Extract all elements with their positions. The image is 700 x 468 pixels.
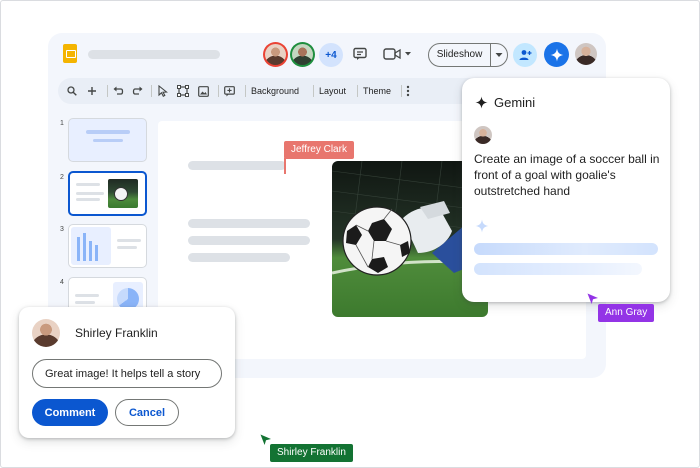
toolbar-divider xyxy=(151,85,152,97)
chevron-down-icon[interactable] xyxy=(491,52,507,58)
add-person-icon[interactable] xyxy=(513,43,537,67)
theme-button[interactable]: Theme xyxy=(363,78,391,104)
collaborator-avatar[interactable] xyxy=(265,44,286,65)
layout-button[interactable]: Layout xyxy=(319,78,346,104)
slide-thumbnail-1[interactable] xyxy=(68,118,147,162)
gemini-spark-icon[interactable] xyxy=(544,42,569,67)
slide-thumbnail-3[interactable] xyxy=(68,224,147,268)
slide-text-line xyxy=(188,219,310,228)
undo-icon[interactable] xyxy=(113,78,127,104)
slide-number: 3 xyxy=(60,226,64,233)
more-vert-icon[interactable] xyxy=(406,78,414,104)
toolbar-divider xyxy=(313,85,314,97)
gemini-panel: Gemini Create an image of a soccer ball … xyxy=(462,78,670,302)
user-avatar[interactable] xyxy=(575,43,597,65)
slide-number: 4 xyxy=(60,279,64,286)
slide-title-placeholder[interactable] xyxy=(188,161,286,170)
toolbar-divider xyxy=(357,85,358,97)
comment-input[interactable] xyxy=(32,359,222,388)
gemini-loading-bar xyxy=(474,243,658,255)
gemini-prompt-text: Create an image of a soccer ball in fron… xyxy=(474,152,660,198)
cursor-icon[interactable] xyxy=(158,78,172,104)
cancel-button[interactable]: Cancel xyxy=(115,399,179,426)
select-frame-icon[interactable] xyxy=(177,78,191,104)
collaborator-cursor-label-ann: Ann Gray xyxy=(598,304,655,322)
search-icon[interactable] xyxy=(67,78,81,104)
text-cursor xyxy=(284,158,286,174)
redo-icon[interactable] xyxy=(132,78,146,104)
more-collaborators-badge[interactable]: +4 xyxy=(319,43,343,67)
image-icon[interactable] xyxy=(198,78,212,104)
app-header: +4 Slideshow xyxy=(48,33,606,75)
user-avatar xyxy=(474,126,492,144)
slide-thumbnail-2[interactable] xyxy=(68,171,147,216)
slide-text-line xyxy=(188,236,310,245)
comment-author-name: Shirley Franklin xyxy=(75,326,158,340)
slide-text-line xyxy=(188,253,290,262)
toolbar-divider xyxy=(245,85,246,97)
toolbar-divider xyxy=(218,85,219,97)
toolbar-divider xyxy=(401,85,402,97)
slideshow-label: Slideshow xyxy=(429,44,491,66)
comment-card: Shirley Franklin Comment Cancel xyxy=(19,307,235,438)
collaborator-avatar[interactable] xyxy=(292,44,313,65)
collaborator-cursor-label-jeffrey: Jeffrey Clark xyxy=(284,141,354,159)
video-camera-icon[interactable] xyxy=(381,44,415,64)
background-button[interactable]: Background xyxy=(251,78,299,104)
toolbar-divider xyxy=(107,85,108,97)
document-title-placeholder[interactable] xyxy=(88,50,220,59)
gemini-loading-spark-icon xyxy=(475,219,489,238)
comments-icon[interactable] xyxy=(350,44,370,64)
gemini-title: Gemini xyxy=(494,95,536,110)
slides-logo-icon xyxy=(63,44,77,63)
comment-add-icon[interactable] xyxy=(224,78,238,104)
slideshow-button[interactable]: Slideshow xyxy=(428,43,508,67)
collaborator-cursor-label-shirley: Shirley Franklin xyxy=(270,444,353,462)
plus-icon[interactable] xyxy=(87,78,101,104)
slide-number: 1 xyxy=(60,120,64,127)
comment-button[interactable]: Comment xyxy=(32,399,108,426)
slide-number: 2 xyxy=(60,174,64,181)
gemini-loading-bar xyxy=(474,263,642,275)
gemini-spark-icon xyxy=(475,96,488,114)
avatar xyxy=(32,319,60,347)
